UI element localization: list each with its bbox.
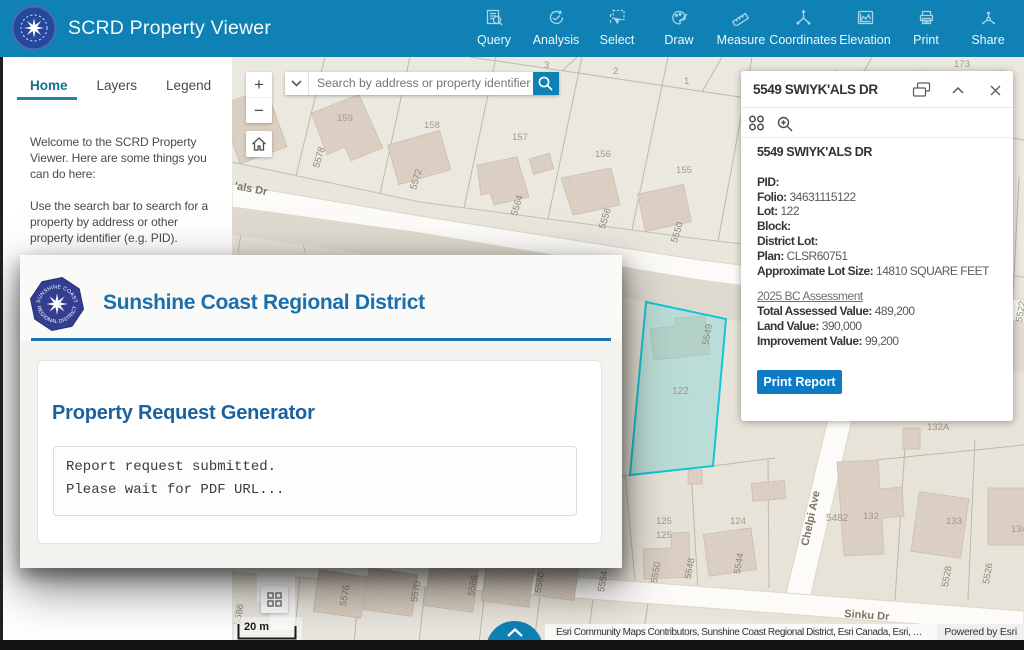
svg-text:1: 1 [684, 76, 689, 87]
svg-text:132A: 132A [927, 422, 950, 433]
svg-text:158: 158 [424, 120, 440, 131]
svg-text:159: 159 [337, 113, 353, 124]
svg-text:3: 3 [544, 60, 549, 71]
svg-text:122: 122 [672, 386, 689, 397]
svg-text:156: 156 [595, 149, 611, 160]
svg-text:155: 155 [676, 165, 692, 176]
svg-text:132: 132 [863, 511, 879, 522]
svg-text:5482: 5482 [826, 513, 849, 524]
svg-text:124: 124 [730, 516, 746, 527]
svg-text:173: 173 [954, 59, 970, 70]
svg-text:134: 134 [1011, 524, 1024, 535]
svg-text:133: 133 [946, 516, 962, 527]
svg-text:125: 125 [656, 516, 672, 527]
svg-text:125: 125 [656, 530, 672, 541]
svg-text:2: 2 [613, 66, 618, 77]
svg-text:157: 157 [512, 132, 528, 143]
